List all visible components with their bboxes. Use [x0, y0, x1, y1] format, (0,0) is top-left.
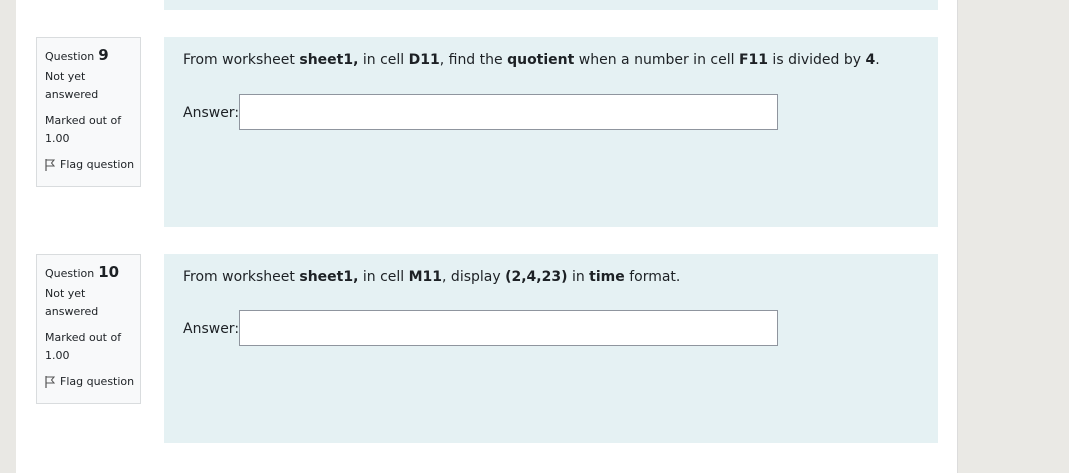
question-num: 9: [98, 46, 109, 64]
text-part: .: [875, 52, 880, 68]
flag-label: Flag question: [60, 375, 135, 388]
text-bold: 4: [865, 52, 876, 68]
text-part: in: [567, 269, 590, 285]
text-bold: quotient: [507, 52, 575, 68]
question-info: Question 10 Not yet answered Marked out …: [36, 254, 141, 404]
answer-label: Answer:: [183, 321, 240, 337]
quiz-page: Question 9 Not yet answered Marked out o…: [16, 0, 958, 473]
text-bold: sheet1,: [299, 269, 359, 285]
flag-icon: [45, 376, 55, 388]
text-bold: time: [589, 269, 625, 285]
text-part: format.: [624, 269, 681, 285]
question-info: Question 9 Not yet answered Marked out o…: [36, 37, 141, 187]
answer-label: Answer:: [183, 105, 240, 121]
question-state: Not yet answered: [45, 70, 99, 101]
text-bold: (2,4,23): [505, 269, 568, 285]
text-part: in cell: [358, 52, 409, 68]
text-bold: M11: [408, 269, 443, 285]
question-content: From worksheet sheet1, in cell M11, disp…: [164, 254, 938, 443]
question-label: Question: [45, 267, 95, 280]
flag-question-link[interactable]: Flag question: [45, 373, 140, 391]
question-10: Question 10 Not yet answered Marked out …: [16, 254, 958, 443]
text-part: in cell: [358, 269, 409, 285]
left-margin: [0, 0, 16, 473]
flag-question-link[interactable]: Flag question: [45, 156, 140, 174]
previous-question-content: [164, 0, 938, 10]
text-part: , find the: [439, 52, 508, 68]
question-num: 10: [98, 263, 120, 281]
question-state: Not yet answered: [45, 287, 99, 318]
text-part: when a number in cell: [574, 52, 739, 68]
question-number: Question 10: [45, 263, 140, 285]
question-9: Question 9 Not yet answered Marked out o…: [16, 37, 958, 227]
text-bold: F11: [738, 52, 768, 68]
question-text: From worksheet sheet1, in cell M11, disp…: [183, 269, 680, 285]
text-part: , display: [442, 269, 506, 285]
text-part: is divided by: [767, 52, 866, 68]
right-margin: [958, 0, 1069, 473]
text-part: From worksheet: [183, 52, 300, 68]
question-content: From worksheet sheet1, in cell D11, find…: [164, 37, 938, 227]
question-label: Question: [45, 50, 95, 63]
text-bold: D11: [408, 52, 440, 68]
question-text: From worksheet sheet1, in cell D11, find…: [183, 52, 880, 68]
question-number: Question 9: [45, 46, 140, 68]
flag-label: Flag question: [60, 158, 135, 171]
text-bold: sheet1,: [299, 52, 359, 68]
question-grade: Marked out of 1.00: [45, 114, 122, 145]
answer-input[interactable]: [239, 310, 778, 346]
text-part: From worksheet: [183, 269, 300, 285]
answer-input[interactable]: [239, 94, 778, 130]
question-grade: Marked out of 1.00: [45, 331, 122, 362]
flag-icon: [45, 159, 55, 171]
